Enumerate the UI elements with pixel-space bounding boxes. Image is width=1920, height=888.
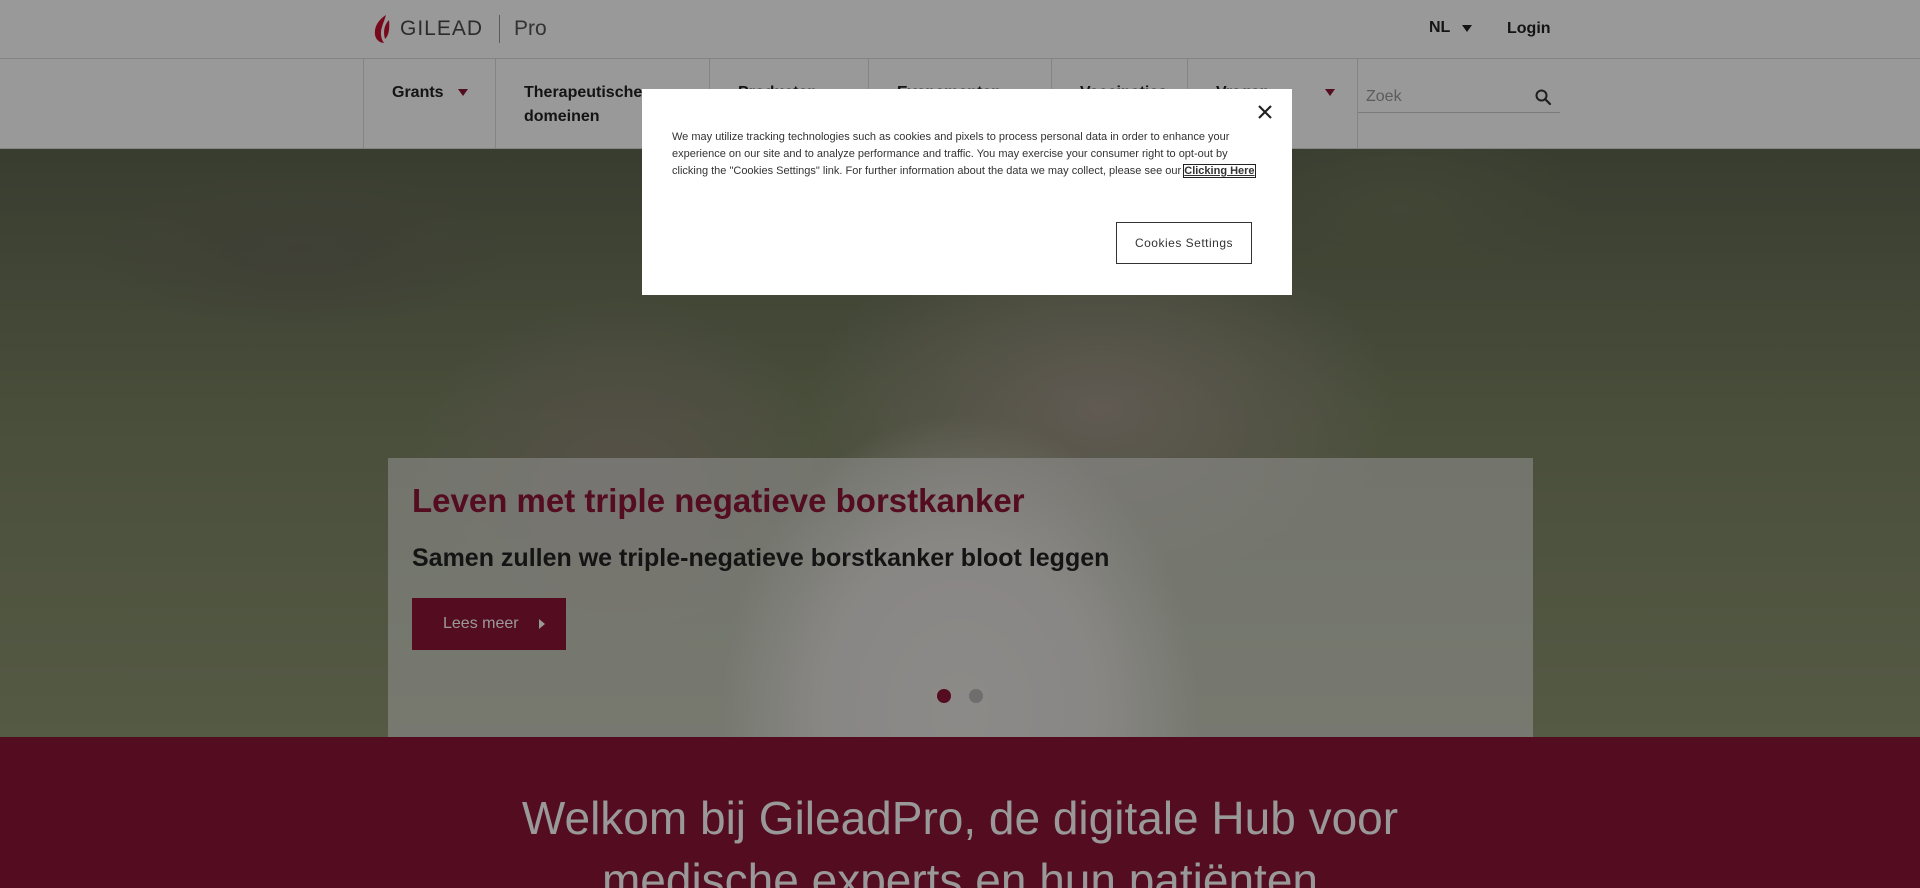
cookie-message-text: We may utilize tracking technologies suc… xyxy=(672,131,1230,177)
close-icon[interactable] xyxy=(1256,103,1274,121)
privacy-policy-link[interactable]: Clicking Here xyxy=(1183,164,1256,178)
cookie-message: We may utilize tracking technologies suc… xyxy=(672,129,1258,180)
cookies-settings-button[interactable]: Cookies Settings xyxy=(1116,222,1252,264)
cookie-consent-dialog: We may utilize tracking technologies suc… xyxy=(642,89,1292,295)
